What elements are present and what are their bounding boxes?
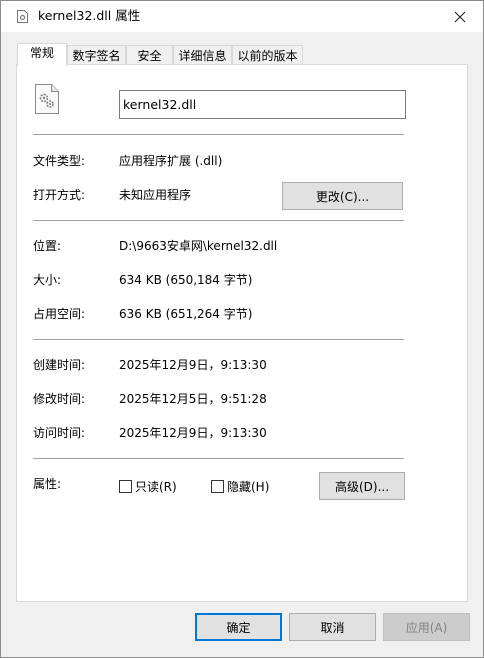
window-title: kernel32.dll 属性 [38,8,141,23]
attributes-label: 属性: [33,477,62,491]
location-label: 位置: [33,239,62,253]
ok-button[interactable]: 确定 [195,613,282,641]
separator [33,220,404,221]
file-type-label: 文件类型: [33,154,86,168]
accessed-value: 2025年12月9日，9:13:30 [119,426,267,440]
tab-previous-versions[interactable]: 以前的版本 [232,45,303,65]
separator [33,134,404,135]
hidden-checkbox[interactable] [211,480,224,493]
size-value: 634 KB (650,184 字节) [119,273,253,287]
properties-dialog: kernel32.dll 属性 常规 数字签名 安全 详细信息 以前的版本 文件… [0,0,484,658]
opens-with-value: 未知应用程序 [119,188,192,202]
tab-general[interactable]: 常规 [17,43,67,66]
accessed-label: 访问时间: [33,426,86,440]
hidden-label[interactable]: 隐藏(H) [227,479,269,495]
file-name-input[interactable] [119,90,406,119]
created-value: 2025年12月9日，9:13:30 [119,358,267,372]
close-button[interactable] [437,1,483,32]
apply-button[interactable]: 应用(A) [383,613,470,641]
dll-file-icon [35,84,59,114]
separator [33,458,404,459]
file-icon [17,10,28,23]
tab-security[interactable]: 安全 [126,45,173,65]
file-type-value: 应用程序扩展 (.dll) [119,154,223,168]
tab-digital-signatures[interactable]: 数字签名 [67,45,126,65]
title-bar[interactable]: kernel32.dll 属性 [1,1,483,32]
cancel-button[interactable]: 取消 [289,613,376,641]
created-label: 创建时间: [33,358,86,372]
general-panel: 文件类型: 应用程序扩展 (.dll) 打开方式: 未知应用程序 更改(C)..… [16,64,468,602]
size-label: 大小: [33,273,62,287]
modified-label: 修改时间: [33,392,86,406]
tab-details[interactable]: 详细信息 [173,45,232,65]
readonly-checkbox[interactable] [119,480,132,493]
separator [33,339,404,340]
change-button[interactable]: 更改(C)... [282,182,403,210]
location-value: D:\9663安卓网\kernel32.dll [119,239,278,253]
size-on-disk-value: 636 KB (651,264 字节) [119,307,253,321]
readonly-label[interactable]: 只读(R) [135,479,177,495]
close-icon [454,11,466,22]
modified-value: 2025年12月5日，9:51:28 [119,392,267,406]
advanced-button[interactable]: 高级(D)... [319,472,405,500]
size-on-disk-label: 占用空间: [33,307,86,321]
opens-with-label: 打开方式: [33,188,86,202]
